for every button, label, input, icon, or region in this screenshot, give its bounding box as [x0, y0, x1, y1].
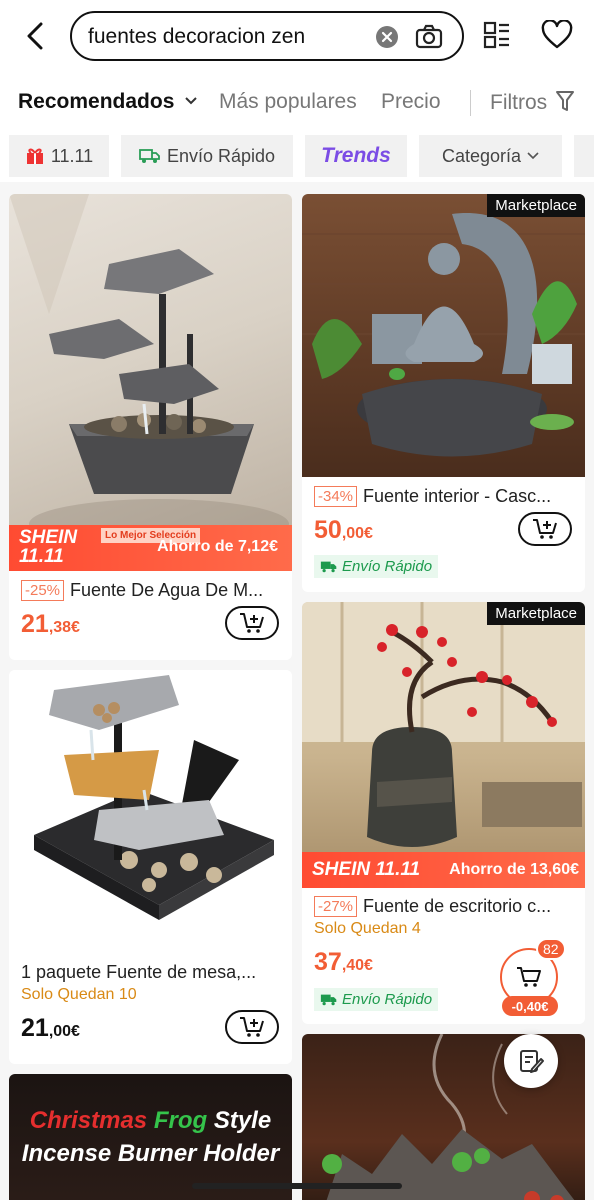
product-card[interactable]: SHEIN 11.11 Lo Mejor Selección Ahorro de …	[9, 194, 292, 660]
product-image[interactable]	[9, 670, 292, 953]
bonsai-fountain-illustration	[302, 602, 585, 847]
divider	[470, 90, 471, 116]
truck-icon	[320, 994, 337, 1006]
fast-shipping-badge: Envío Rápido	[314, 555, 439, 578]
close-icon	[381, 31, 393, 43]
cart-saving-badge: -0,40€	[502, 996, 558, 1016]
add-to-cart-button[interactable]	[518, 512, 572, 546]
discount-badge: -25%	[21, 580, 65, 601]
chip-category[interactable]: Categoría	[419, 135, 562, 177]
discount-badge: -27%	[314, 896, 358, 917]
marketplace-badge: Marketplace	[487, 602, 585, 625]
add-to-cart-button[interactable]	[225, 1010, 279, 1044]
product-price: 21,00€	[21, 1014, 80, 1042]
list-view-icon	[483, 21, 509, 49]
product-title[interactable]: -27% Fuente de escritorio c...	[314, 896, 576, 917]
product-image[interactable]: Christmas Frog Style Incense Burner Hold…	[9, 1074, 292, 1200]
product-title[interactable]: -25% Fuente De Agua De M...	[21, 580, 283, 601]
cart-add-icon	[240, 613, 264, 633]
home-indicator	[192, 1183, 402, 1189]
fast-shipping-badge: Envío Rápido	[314, 988, 439, 1011]
chip-label: Envío Rápido	[166, 145, 276, 166]
add-to-cart-button[interactable]	[225, 606, 279, 640]
feedback-button[interactable]	[504, 1034, 558, 1088]
sort-bar: Recomendados Más populares Precio Filtro…	[0, 76, 594, 130]
promo-banner: SHEIN 11.11 Ahorro de 13,60€	[302, 852, 585, 888]
chevron-down-icon	[527, 152, 539, 160]
banner-line-2: Incense Burner Holder	[21, 1140, 280, 1167]
promo-banner: SHEIN 11.11 Lo Mejor Selección Ahorro de …	[9, 525, 292, 571]
shipping-label: Envío Rápido	[342, 991, 433, 1008]
sort-tab-label: Más populares	[219, 90, 357, 113]
edit-note-icon	[520, 1050, 544, 1073]
chip-fast-shipping[interactable]: Envío Rápido	[121, 135, 293, 177]
cart-icon	[517, 967, 541, 987]
cart-add-icon	[533, 519, 557, 539]
product-title[interactable]: -34% Fuente interior - Casc...	[314, 486, 576, 507]
chip-label: Trends	[321, 144, 391, 167]
discount-badge: -34%	[314, 486, 358, 507]
promo-saving: Ahorro de 7,12€	[157, 538, 278, 555]
wishlist-button[interactable]	[541, 18, 573, 52]
filters-button[interactable]: Filtros	[490, 90, 575, 115]
filter-icon	[556, 91, 575, 111]
marketplace-badge: Marketplace	[487, 194, 585, 217]
list-view-button[interactable]	[481, 18, 513, 52]
product-card[interactable]: Christmas Frog Style Incense Burner Hold…	[9, 1074, 292, 1200]
fountain-illustration	[34, 675, 274, 920]
truck-icon	[139, 149, 160, 163]
stock-label: Solo Quedan 10	[21, 986, 137, 1003]
clear-search-button[interactable]	[376, 26, 398, 48]
heart-icon	[541, 20, 573, 49]
product-price: 37,40€	[314, 948, 373, 976]
product-card[interactable]: Marketplace SHEIN 11.11 Ahorro de 13,60€…	[302, 602, 585, 1024]
product-image[interactable]	[9, 194, 292, 571]
sort-tab-label: Recomendados	[18, 90, 175, 113]
quick-filter-chips: 11.11 Envío Rápido Trends Categoría	[0, 130, 594, 182]
search-box	[70, 11, 464, 61]
camera-search-button[interactable]	[414, 22, 444, 52]
sort-tab-price[interactable]: Precio	[381, 90, 441, 114]
buddha-fountain-illustration	[302, 213, 585, 457]
product-card[interactable]: 1 paquete Fuente de mesa,... Solo Quedan…	[9, 670, 292, 1064]
product-image[interactable]	[302, 194, 585, 477]
chip-trends[interactable]: Trends	[305, 135, 407, 177]
chip-label: Categoría	[441, 145, 522, 166]
gift-icon	[26, 148, 43, 164]
banner-line-1: Christmas Frog Style	[29, 1107, 272, 1134]
stock-label: Solo Quedan 4	[314, 920, 421, 937]
product-price: 50,00€	[314, 516, 373, 544]
shipping-label: Envío Rápido	[342, 558, 433, 575]
cart-add-icon	[240, 1017, 264, 1037]
product-title[interactable]: 1 paquete Fuente de mesa,...	[21, 962, 283, 983]
promo-saving: Ahorro de 13,60€	[449, 861, 579, 878]
chip-1111[interactable]: 11.11	[9, 135, 109, 177]
sort-tab-popular[interactable]: Más populares	[219, 90, 357, 114]
cart-count-badge: 82	[536, 938, 566, 960]
promo-logo: SHEIN 11.11	[19, 527, 78, 567]
truck-icon	[320, 561, 337, 573]
fountain-illustration	[9, 194, 289, 549]
chevron-down-icon	[185, 97, 197, 105]
chip-more[interactable]	[574, 135, 594, 177]
chip-label: 11.11	[50, 145, 94, 166]
back-button[interactable]	[18, 18, 52, 54]
product-card[interactable]: Marketplace -34% Fuente interior - Casc..…	[302, 194, 585, 592]
promo-logo: SHEIN 11.11	[312, 859, 421, 880]
product-image[interactable]	[302, 602, 585, 885]
search-input[interactable]	[88, 22, 358, 52]
top-bar	[0, 0, 594, 76]
sort-tab-label: Precio	[381, 90, 441, 113]
camera-icon	[415, 24, 443, 49]
sort-tab-recommended[interactable]: Recomendados	[18, 90, 198, 114]
product-price: 21,38€	[21, 610, 80, 638]
back-arrow-icon	[27, 22, 43, 50]
price-fade	[440, 84, 460, 120]
filters-label: Filtros	[490, 91, 548, 114]
